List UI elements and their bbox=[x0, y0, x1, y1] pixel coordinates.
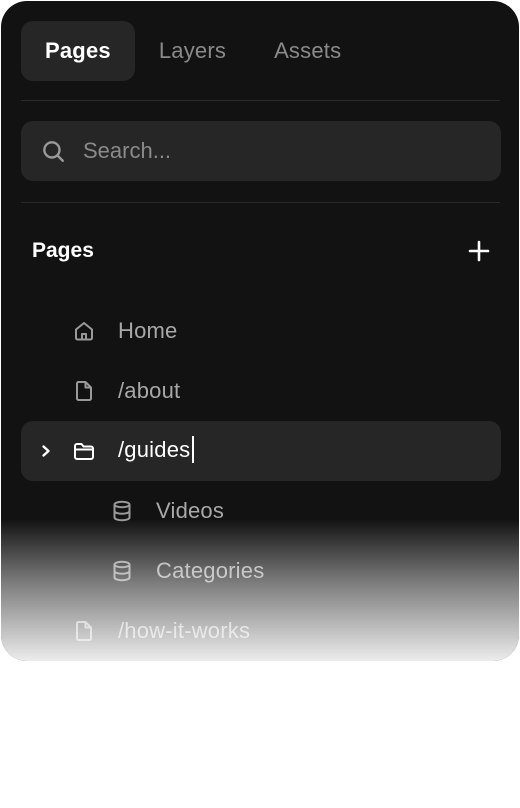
section-header: Pages bbox=[21, 221, 501, 281]
tree-item-how-it-works[interactable]: /how-it-works bbox=[21, 601, 501, 661]
tab-assets[interactable]: Assets bbox=[250, 21, 365, 81]
file-icon bbox=[71, 618, 97, 644]
search-icon bbox=[39, 137, 67, 165]
tree-item-label: /about bbox=[118, 378, 181, 403]
search-input[interactable] bbox=[83, 138, 501, 164]
tree-item-about[interactable]: /about bbox=[21, 361, 501, 421]
tree-item-videos[interactable]: Videos bbox=[21, 481, 501, 541]
tab-pages[interactable]: Pages bbox=[21, 21, 135, 81]
file-icon bbox=[71, 378, 97, 404]
search-box[interactable] bbox=[21, 121, 501, 181]
tree-item-label-text: /guides bbox=[118, 437, 191, 463]
tab-layers[interactable]: Layers bbox=[135, 21, 250, 81]
tree-item-guides[interactable]: /guides bbox=[21, 421, 501, 481]
database-icon bbox=[109, 498, 135, 524]
tree-item-label: Home bbox=[118, 318, 178, 343]
tree-item-label: Videos bbox=[156, 498, 225, 523]
add-page-button[interactable] bbox=[463, 235, 495, 267]
divider-top bbox=[21, 100, 500, 101]
home-icon bbox=[71, 318, 97, 344]
tree-item-home[interactable]: Home bbox=[21, 301, 501, 361]
chevron-right-icon[interactable] bbox=[39, 444, 53, 458]
panel-tabs: Pages Layers Assets bbox=[21, 21, 365, 81]
divider-middle bbox=[21, 202, 500, 203]
folder-icon bbox=[71, 438, 97, 464]
pages-panel: Pages Layers Assets Pages bbox=[1, 1, 519, 661]
tree-item-label-editing[interactable]: /guides bbox=[118, 435, 195, 465]
database-icon bbox=[109, 558, 135, 584]
tree-item-label: /how-it-works bbox=[118, 618, 251, 643]
section-title: Pages bbox=[32, 239, 94, 262]
plus-icon bbox=[468, 240, 490, 262]
text-caret bbox=[192, 435, 195, 463]
tree-item-label: Categories bbox=[156, 558, 265, 583]
tree-item-categories[interactable]: Categories bbox=[21, 541, 501, 601]
